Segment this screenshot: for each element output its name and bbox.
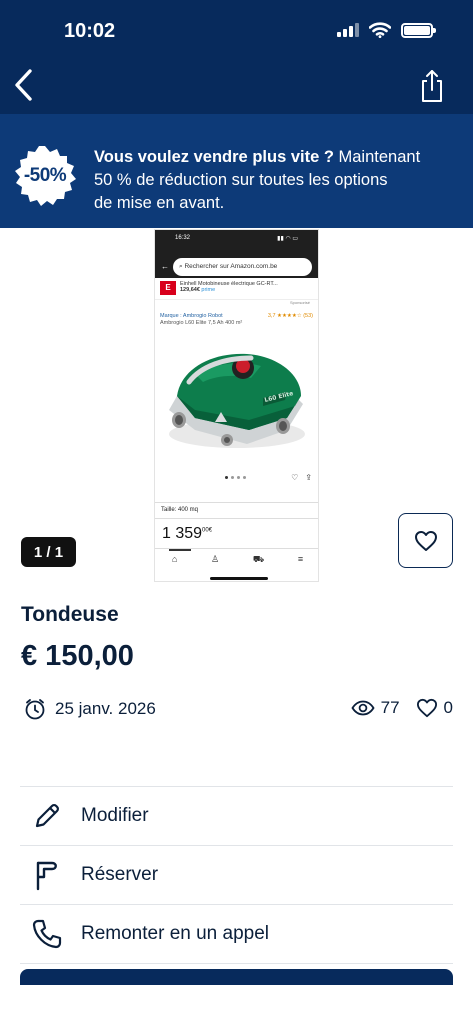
bump-call-action[interactable]: Remonter en un appel	[20, 905, 453, 964]
photo-search-placeholder: Rechercher sur Amazon.com.be	[184, 262, 278, 270]
reserve-action[interactable]: Réserver	[20, 846, 453, 905]
promo-headline: Vous voulez vendre plus vite ?	[94, 148, 334, 166]
promo-text-2: 50 % de réduction sur toutes les options	[94, 171, 388, 189]
edit-action-label: Modifier	[81, 805, 149, 826]
promo-message: Vous voulez vendre plus vite ? Maintenan…	[94, 146, 454, 215]
photo-status-bar: 16:32 ▮▮ ◠ ▭	[155, 230, 318, 252]
listing-photo[interactable]: 16:32 ▮▮ ◠ ▭ ← ⌕ Rechercher sur Amazon.c…	[154, 229, 319, 582]
photo-ad-logo: E	[160, 281, 176, 295]
photo-action-icons: ♡ ⇪	[291, 473, 312, 482]
photo-home-indicator	[210, 577, 268, 580]
battery-icon	[401, 22, 436, 38]
promo-text-1: Maintenant	[338, 148, 421, 166]
share-icon[interactable]	[419, 68, 445, 104]
primary-cta-button[interactable]	[20, 969, 453, 985]
back-arrow-icon[interactable]	[10, 66, 40, 104]
eye-icon	[351, 700, 375, 716]
heart-icon	[414, 530, 437, 551]
heart-outline-icon	[416, 698, 437, 718]
photo-home-icon: ⌂	[171, 554, 178, 564]
status-icons	[337, 22, 436, 38]
pencil-icon	[35, 804, 59, 828]
views-count: 77	[380, 698, 400, 717]
photo-ad: E Einhell Motobineuse électrique GC-RT..…	[155, 278, 318, 300]
photo-size: Taille: 400 mq	[155, 502, 318, 517]
likes-count: 0	[443, 698, 453, 717]
flag-icon	[36, 861, 57, 891]
photo-time: 16:32	[175, 235, 191, 241]
photo-search-bar: ← ⌕ Rechercher sur Amazon.com.be	[155, 252, 318, 278]
bump-call-action-label: Remonter en un appel	[81, 923, 270, 944]
favorite-button[interactable]	[398, 513, 453, 568]
photo-price-cents: 00€	[202, 527, 213, 534]
listing-price: € 150,00	[21, 640, 134, 672]
photo-price: 1 35900€	[155, 518, 318, 548]
photo-ad-price: 129,64€	[180, 287, 200, 293]
photo-back-icon: ←	[161, 262, 169, 271]
photo-rating: 3,7 ★★★★☆ (53)	[267, 313, 313, 319]
photo-brand-row: Marque : Ambrogio Robot 3,7 ★★★★☆ (53)	[155, 305, 318, 319]
photo-brand: Marque : Ambrogio Robot	[160, 313, 223, 319]
photo-carousel-dots	[225, 476, 246, 479]
photo-ad-prime: prime	[201, 287, 216, 293]
listing-date: 25 janv. 2026	[55, 699, 156, 718]
reserve-action-label: Réserver	[81, 864, 159, 885]
photo-menu-icon: ≡	[297, 554, 304, 564]
listing-date-row: 25 janv. 2026	[24, 698, 156, 720]
clock-icon	[25, 699, 45, 720]
top-header: 10:02	[0, 0, 473, 114]
photo-counter: 1 / 1	[21, 537, 76, 567]
status-time: 10:02	[64, 20, 116, 42]
action-list: Modifier Réserver Remonter en un appel	[20, 786, 453, 964]
photo-status-icons: ▮▮ ◠ ▭	[277, 236, 298, 242]
robot-mower-image: L60 Elite	[169, 353, 305, 448]
promo-text-3: de mise en avant.	[94, 194, 225, 212]
photo-price-main: 1 359	[162, 525, 203, 542]
phone-icon	[32, 919, 62, 949]
listing-title: Tondeuse	[21, 603, 119, 626]
photo-heart-icon: ♡	[291, 473, 299, 482]
discount-badge-label: -50%	[23, 165, 67, 186]
cellular-signal-icon	[337, 23, 359, 37]
edit-action[interactable]: Modifier	[20, 787, 453, 846]
wifi-icon	[369, 22, 391, 38]
photo-share-icon: ⇪	[305, 473, 312, 482]
photo-search-box: ⌕ Rechercher sur Amazon.com.be	[173, 257, 312, 276]
listing-stats: 77 0	[351, 698, 453, 718]
